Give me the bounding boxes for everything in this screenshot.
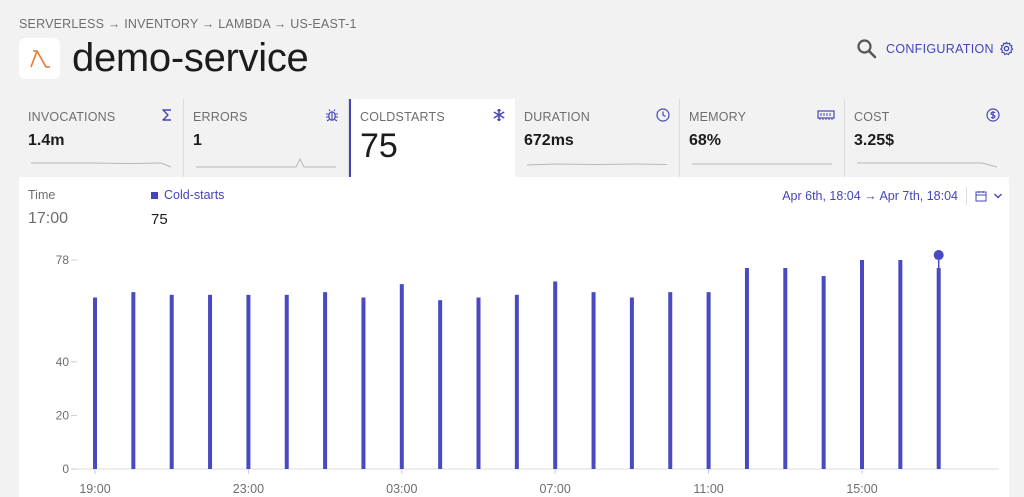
page-title: demo-service bbox=[72, 36, 309, 80]
metric-label: COST bbox=[854, 110, 890, 124]
metric-label: DURATION bbox=[524, 110, 590, 124]
metric-label: MEMORY bbox=[689, 110, 747, 124]
bar bbox=[860, 260, 864, 469]
x-tick-label: 03:00 bbox=[386, 482, 417, 496]
x-tick-label: 11:00 bbox=[693, 482, 723, 496]
y-tick-label: 0 bbox=[62, 462, 69, 476]
bar bbox=[898, 260, 903, 469]
coldstarts-chart[interactable]: 0 20 40 78 19:00 23:00 03:00 07:00 11:00 15:00 bbox=[19, 177, 1009, 497]
errors-sparkline bbox=[196, 157, 336, 168]
x-tick-label: 19:00 bbox=[79, 482, 110, 496]
dollar-icon bbox=[986, 108, 1000, 122]
bar bbox=[246, 294, 251, 469]
bar bbox=[131, 292, 136, 469]
metric-duration[interactable]: DURATION 672ms bbox=[515, 99, 680, 177]
bar bbox=[438, 300, 443, 469]
metric-errors[interactable]: ERRORS 1 bbox=[184, 99, 349, 177]
bar bbox=[514, 294, 519, 469]
search-icon bbox=[857, 39, 877, 59]
metric-value: 672ms bbox=[524, 132, 574, 149]
metric-label: INVOCATIONS bbox=[28, 110, 116, 124]
bar bbox=[323, 292, 328, 469]
memory-icon bbox=[817, 110, 835, 120]
lambda-logo bbox=[19, 38, 60, 79]
cost-sparkline bbox=[857, 162, 997, 168]
metric-label: COLDSTARTS bbox=[360, 110, 445, 124]
lambda-icon bbox=[29, 49, 50, 68]
invocations-sparkline bbox=[31, 162, 171, 168]
x-tick-label: 07:00 bbox=[540, 482, 571, 496]
bar bbox=[399, 284, 404, 469]
metric-value: 3.25$ bbox=[854, 132, 895, 149]
bar bbox=[821, 276, 826, 469]
search-button[interactable] bbox=[856, 38, 878, 60]
bar bbox=[668, 292, 673, 469]
metric-value: 1 bbox=[193, 132, 202, 149]
metric-label: ERRORS bbox=[193, 110, 248, 124]
bar bbox=[476, 297, 481, 469]
metrics-bar: INVOCATIONS 1.4m ERRORS 1 COLDSTARTS 75 … bbox=[19, 99, 1009, 177]
configuration-label: CONFIGURATION bbox=[886, 41, 994, 56]
x-tick-label: 23:00 bbox=[233, 482, 264, 496]
bar bbox=[591, 292, 596, 469]
clock-icon bbox=[656, 108, 670, 122]
y-tick-label: 20 bbox=[56, 408, 70, 422]
bar bbox=[744, 268, 749, 469]
bar bbox=[93, 297, 97, 469]
bar bbox=[783, 268, 788, 469]
duration-sparkline bbox=[527, 163, 667, 166]
bug-icon bbox=[326, 109, 338, 122]
bar bbox=[629, 297, 634, 469]
bar bbox=[553, 281, 558, 469]
metric-invocations[interactable]: INVOCATIONS 1.4m bbox=[19, 99, 184, 177]
bar bbox=[208, 294, 213, 469]
metric-memory[interactable]: MEMORY 68% bbox=[680, 99, 845, 177]
metric-value: 1.4m bbox=[28, 132, 65, 149]
metric-value: 75 bbox=[360, 127, 398, 165]
bar bbox=[169, 294, 174, 469]
snowflake-icon bbox=[493, 109, 505, 121]
memory-sparkline bbox=[692, 163, 832, 165]
bar bbox=[284, 294, 289, 469]
y-tick-label: 40 bbox=[56, 355, 70, 369]
bar bbox=[936, 268, 941, 469]
bar bbox=[706, 292, 711, 469]
chart-panel: Time 17:00 Cold-starts 75 Apr 6th, 18:04… bbox=[19, 177, 1009, 497]
y-tick-label: 78 bbox=[56, 253, 70, 267]
breadcrumb[interactable]: SERVERLESS → INVENTORY → LAMBDA → US-EAS… bbox=[19, 17, 357, 31]
configuration-button[interactable]: CONFIGURATION bbox=[886, 41, 1014, 56]
bar bbox=[361, 297, 366, 469]
metric-coldstarts[interactable]: COLDSTARTS 75 bbox=[349, 99, 515, 177]
metric-value: 68% bbox=[689, 132, 722, 149]
gear-icon bbox=[999, 41, 1014, 56]
metric-cost[interactable]: COST 3.25$ bbox=[845, 99, 1009, 177]
sigma-icon bbox=[162, 109, 171, 121]
x-tick-label: 15:00 bbox=[846, 482, 877, 496]
